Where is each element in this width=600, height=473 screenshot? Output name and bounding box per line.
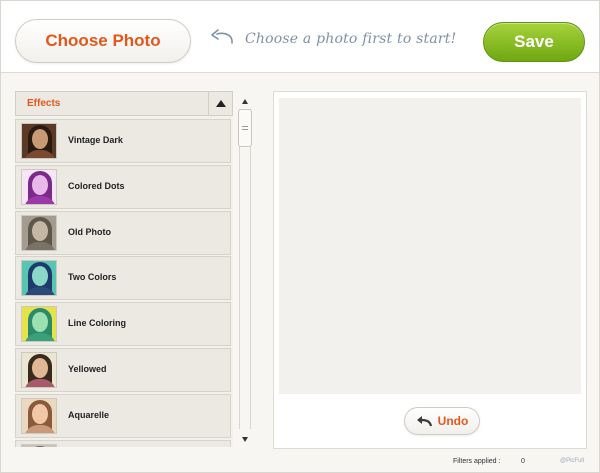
undo-button[interactable]: Undo bbox=[404, 407, 480, 435]
effect-item[interactable]: Old Photo bbox=[15, 210, 231, 255]
effect-thumbnail bbox=[21, 351, 57, 388]
effects-header: Effects bbox=[15, 91, 233, 116]
brand-label: @PicFull bbox=[560, 458, 585, 464]
effect-thumbnail bbox=[21, 306, 57, 343]
scroll-down-button[interactable] bbox=[238, 432, 252, 446]
choose-photo-button[interactable]: Choose Photo bbox=[15, 19, 191, 63]
effect-thumbnail bbox=[21, 168, 57, 205]
arrow-down-icon bbox=[242, 436, 248, 442]
effect-item-label: Vintage Dark bbox=[68, 135, 123, 145]
effect-item-label: Yellowed bbox=[68, 363, 107, 374]
arrow-up-icon bbox=[242, 98, 248, 104]
effect-item-label: Colored Dots bbox=[68, 180, 125, 191]
save-label: Save bbox=[514, 32, 554, 51]
effects-scrollbar[interactable] bbox=[234, 91, 256, 447]
header-bar: Choose Photo Choose a photo first to sta… bbox=[1, 1, 599, 73]
filters-applied-label: Filters applied : bbox=[453, 458, 501, 465]
photo-canvas bbox=[279, 98, 581, 394]
effect-item-label: Two Colors bbox=[68, 272, 117, 283]
effects-list: Vintage Dark Colored Dots Old Photo Two Col… bbox=[15, 119, 233, 447]
effect-item[interactable]: Colored Dots bbox=[15, 164, 231, 209]
effect-item[interactable]: Two Colors bbox=[15, 256, 231, 301]
grip-icon bbox=[242, 126, 248, 130]
effect-thumbnail bbox=[21, 260, 57, 297]
app-window: Choose Photo Choose a photo first to sta… bbox=[0, 0, 600, 473]
effect-thumbnail bbox=[21, 443, 57, 447]
preview-panel: Undo bbox=[273, 91, 587, 449]
effect-item[interactable]: Line Coloring bbox=[15, 302, 231, 347]
filters-applied-count: 0 bbox=[521, 458, 525, 465]
scroll-thumb[interactable] bbox=[238, 109, 252, 147]
effect-item[interactable]: Yellowed bbox=[15, 347, 231, 392]
effect-item-label: Aquarelle bbox=[68, 409, 110, 420]
effects-panel: Effects Vintage Dark Colored Dots Old Phot… bbox=[15, 91, 233, 447]
collapse-effects-button[interactable] bbox=[208, 92, 233, 115]
scroll-track[interactable] bbox=[239, 109, 251, 429]
scroll-up-button[interactable] bbox=[238, 94, 252, 108]
effect-thumbnail bbox=[21, 214, 57, 251]
effect-item[interactable]: Vintage Dark bbox=[15, 119, 231, 163]
effect-thumbnail bbox=[21, 397, 57, 434]
undo-arrow-icon bbox=[416, 416, 432, 427]
undo-label: Undo bbox=[437, 414, 469, 428]
curved-arrow-icon bbox=[211, 29, 233, 44]
effect-thumbnail bbox=[21, 123, 57, 159]
effect-item-label: Old Photo bbox=[68, 226, 111, 237]
effect-item[interactable] bbox=[15, 439, 231, 447]
triangle-up-icon bbox=[216, 100, 226, 107]
effect-item-label: Line Coloring bbox=[68, 318, 126, 329]
save-button[interactable]: Save bbox=[483, 22, 585, 62]
choose-photo-label: Choose Photo bbox=[45, 31, 161, 50]
effect-item[interactable]: Aquarelle bbox=[15, 393, 231, 438]
effects-title: Effects bbox=[27, 98, 61, 109]
hint-text: Choose a photo first to start! bbox=[245, 31, 457, 47]
